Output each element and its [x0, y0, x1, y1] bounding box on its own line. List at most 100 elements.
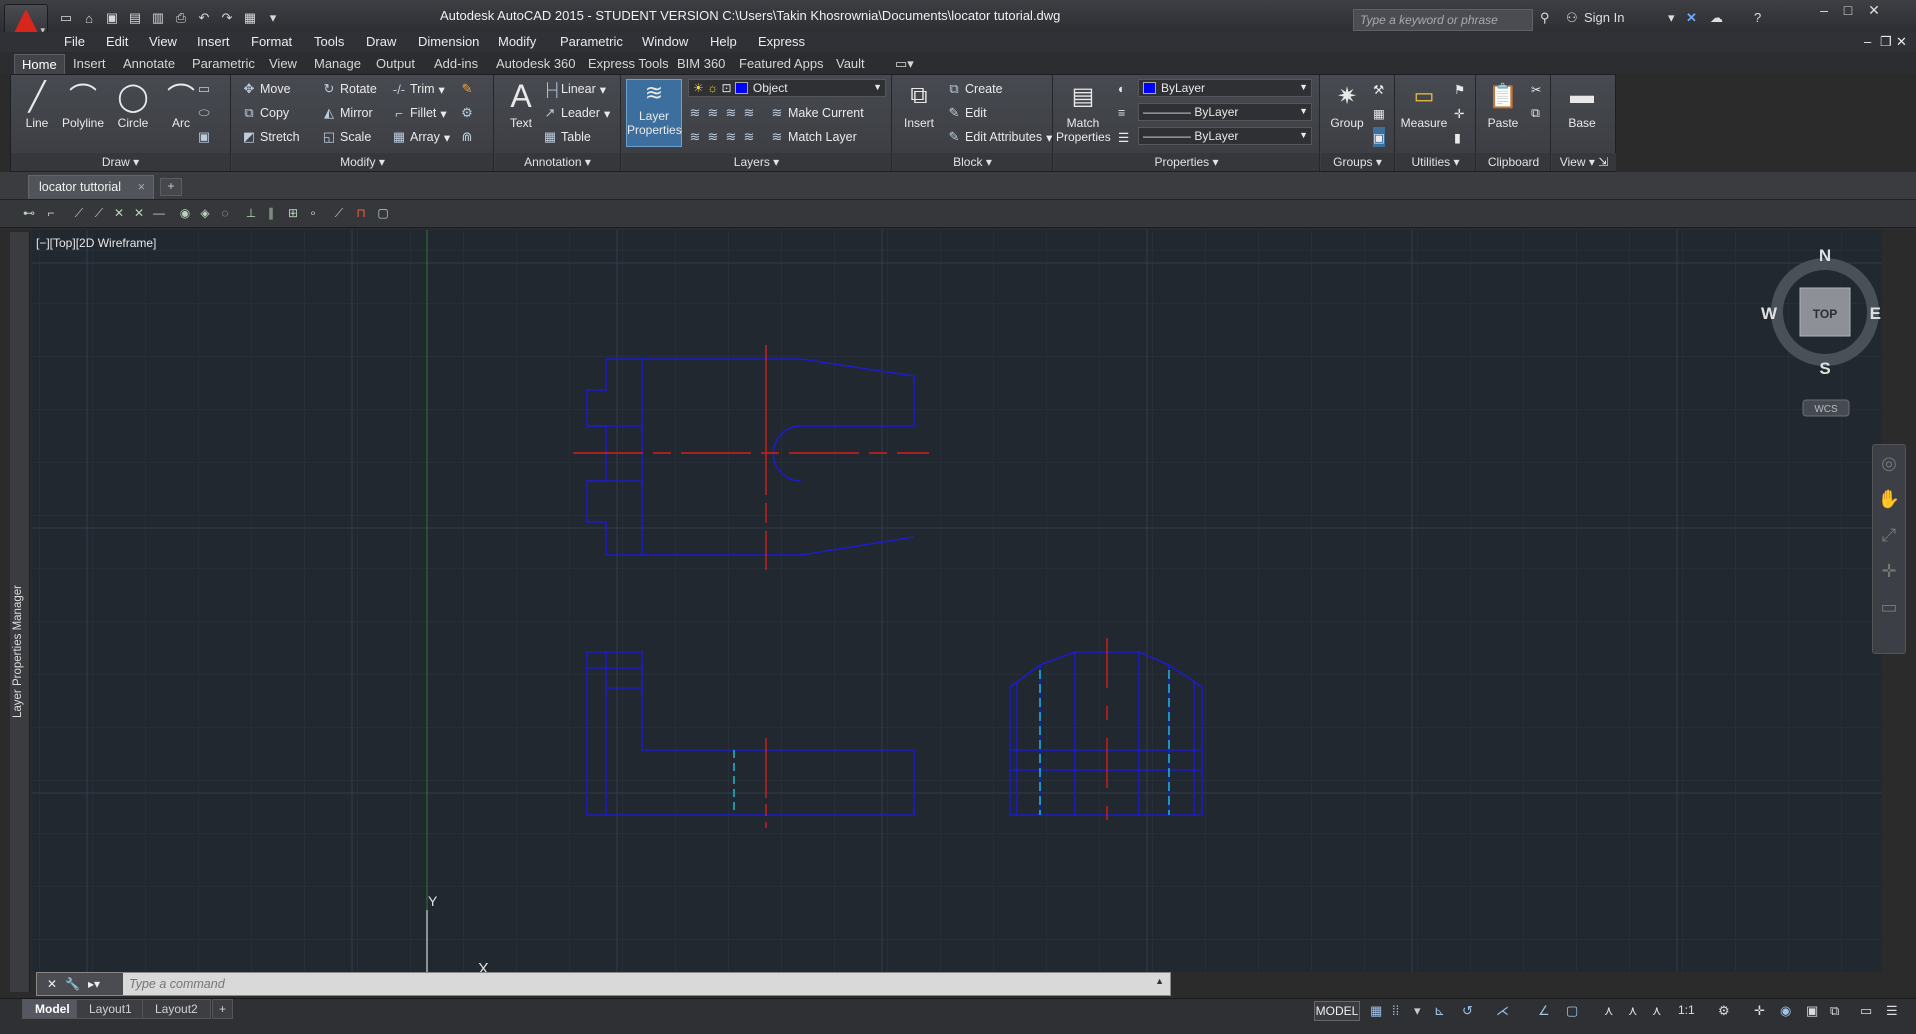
group-selection-icon[interactable]: ▣ [1373, 127, 1385, 147]
array-button[interactable]: ▦ Array ▾ [392, 127, 450, 147]
edit-attributes-button[interactable]: ✎ Edit Attributes ▾ [947, 127, 1053, 147]
measure-button[interactable]: ▭ Measure [1396, 79, 1452, 130]
snap-center-icon[interactable]: ◉ [176, 206, 194, 222]
orbit-icon[interactable]: ✛ [1873, 553, 1905, 589]
rotate-button[interactable]: ↻ Rotate [322, 79, 377, 99]
cut-icon[interactable]: ✂ [1531, 79, 1541, 99]
print-icon[interactable]: ⎙ [171, 8, 191, 28]
tab-output[interactable]: Output [369, 54, 422, 74]
viewport-controls[interactable]: [−][Top][2D Wireframe] [36, 236, 156, 250]
snap-tangent-icon[interactable]: ◌ [216, 206, 234, 222]
group-edit-icon[interactable]: ▦ [1373, 103, 1385, 123]
zoom-extents-icon[interactable]: ⤢ [1873, 517, 1905, 553]
exchange-apps-icon[interactable]: ✕ [1686, 10, 1697, 26]
linetype-dropdown[interactable]: ———— ByLayer ▼ [1138, 103, 1312, 121]
temp-track-icon[interactable]: ⊷ [20, 206, 38, 222]
search-input[interactable]: Type a keyword or phrase [1353, 9, 1533, 31]
binoculars-icon[interactable]: ⚲ [1540, 10, 1550, 26]
scale-button[interactable]: ◱ Scale [322, 127, 371, 147]
panel-clipboard-title[interactable]: Clipboard [1477, 153, 1550, 171]
new-icon[interactable]: ▭ [56, 8, 76, 28]
menu-modify[interactable]: Modify [498, 34, 536, 49]
tab-home[interactable]: Home [14, 54, 65, 74]
panel-view-title[interactable]: View ▾ ⇲ [1552, 153, 1616, 171]
menu-view[interactable]: View [149, 34, 177, 49]
layout-tab-layout2[interactable]: Layout2 [142, 999, 211, 1019]
snap-parallel-icon[interactable]: ∥ [262, 206, 280, 222]
workspace-icon[interactable]: ▦ [240, 8, 260, 28]
save-icon[interactable]: ▣ [102, 8, 122, 28]
compass-n[interactable]: N [1819, 246, 1831, 265]
tab-bim-360[interactable]: BIM 360 [670, 54, 732, 74]
circle-button[interactable]: ◯ Circle [107, 79, 159, 131]
layer-tools-row1[interactable]: ≋ ≋ ≋ ≋ [688, 103, 756, 123]
menu-edit[interactable]: Edit [106, 34, 128, 49]
layer-tools-row2[interactable]: ≋ ≋ ≋ ≋ [688, 127, 756, 147]
grid-icon[interactable]: ▦ [1370, 1003, 1382, 1019]
showmotion-icon[interactable]: ▭ [1873, 589, 1905, 625]
layer-dropdown[interactable]: ☀ ☼ ⊡ Object ▼ [688, 79, 886, 97]
move-button[interactable]: ✥ Move [242, 79, 291, 99]
menu-draw[interactable]: Draw [366, 34, 396, 49]
panel-block-title[interactable]: Block ▾ [893, 153, 1052, 171]
layer-properties-palette[interactable]: Layer Properties Manager [10, 232, 30, 992]
close-button[interactable]: ✕ [1862, 2, 1886, 20]
fillet-button[interactable]: ⌐ Fillet ▾ [392, 103, 446, 123]
menu-insert[interactable]: Insert [197, 34, 230, 49]
linear-dimension-button[interactable]: ├┤ Linear ▾ [543, 79, 606, 99]
customization-icon[interactable]: ☰ [1886, 1003, 1898, 1019]
redo-icon[interactable]: ↷ [217, 8, 237, 28]
layout-tab-layout1[interactable]: Layout1 [76, 999, 145, 1019]
snap-extension-icon[interactable]: — [150, 206, 168, 222]
line-button[interactable]: ╱ Line [11, 79, 63, 131]
command-prompt-icon[interactable]: ▸▾ [88, 977, 100, 991]
doc-close-button[interactable]: ✕ [1896, 34, 1907, 50]
auto-scale-icon[interactable]: ⋏ [1628, 1003, 1638, 1019]
snap-none-icon[interactable]: ⊓ [352, 206, 370, 222]
layer-properties-button[interactable]: ≋ Layer Properties [626, 79, 682, 147]
base-view-button[interactable]: ▬ Base [1556, 79, 1608, 130]
erase-button[interactable]: ✎ [460, 79, 474, 99]
trim-button[interactable]: -/- Trim ▾ [392, 79, 445, 99]
chevron-down-icon[interactable]: ▾ [1414, 1003, 1421, 1019]
lock-ui-icon[interactable]: ⧉ [1830, 1003, 1839, 1019]
close-icon[interactable]: × [138, 180, 145, 194]
offset-button[interactable]: ⋒ [460, 127, 474, 147]
hatch-button[interactable]: ⬭ [197, 103, 211, 123]
stretch-button[interactable]: ◩ Stretch [242, 127, 300, 147]
polar-tracking-icon[interactable]: ↺ [1462, 1003, 1473, 1019]
save-as-icon[interactable]: ▤ [125, 8, 145, 28]
drawing-area[interactable]: Y X TOP N S E W WCS [32, 230, 1882, 984]
ribbon-minimize-icon[interactable]: ▭▾ [888, 54, 921, 74]
snap-from-icon[interactable]: ⌐ [42, 206, 60, 222]
snap-endpoint-icon[interactable]: ⟋ [70, 206, 88, 222]
model-space-button[interactable]: MODEL [1314, 1001, 1360, 1021]
annotation-scale-value[interactable]: 1:1 [1678, 1003, 1695, 1019]
new-tab-button[interactable]: + [160, 178, 182, 196]
calculator-icon[interactable]: ▮ [1454, 127, 1461, 147]
drawing-canvas[interactable]: Y X TOP N S E W WCS [32, 230, 1882, 984]
undo-icon[interactable]: ↶ [194, 8, 214, 28]
sign-in-link[interactable]: Sign In [1584, 10, 1624, 25]
minimize-button[interactable]: – [1812, 2, 1836, 20]
menu-file[interactable]: File [64, 34, 85, 49]
panel-draw-title[interactable]: Draw ▾ [11, 153, 230, 171]
panel-annotation-title[interactable]: Annotation ▾ [495, 153, 620, 171]
doc-minimize-button[interactable]: – [1864, 34, 1871, 49]
tab-autodesk-360[interactable]: Autodesk 360 [489, 54, 583, 74]
tab-view[interactable]: View [262, 54, 304, 74]
isometric-drafting-icon[interactable]: ⋌ [1496, 1003, 1509, 1019]
mirror-button[interactable]: ◭ Mirror [322, 103, 373, 123]
steering-wheel-icon[interactable]: ◎ [1873, 445, 1905, 481]
tab-featured-apps[interactable]: Featured Apps [732, 54, 831, 74]
group-button[interactable]: ✷ Group [1321, 79, 1373, 131]
workspace-switch-icon[interactable]: ⚙ [1718, 1003, 1730, 1019]
menu-express[interactable]: Express [758, 34, 805, 49]
plot-icon[interactable]: ▥ [148, 8, 168, 28]
tab-express-tools[interactable]: Express Tools [581, 54, 676, 74]
menu-help[interactable]: Help [710, 34, 737, 49]
tab-insert[interactable]: Insert [66, 54, 113, 74]
user-icon[interactable]: ⚇ [1566, 10, 1578, 26]
panel-properties-title[interactable]: Properties ▾ [1054, 153, 1319, 171]
more-icon[interactable]: ▾ [263, 8, 283, 28]
